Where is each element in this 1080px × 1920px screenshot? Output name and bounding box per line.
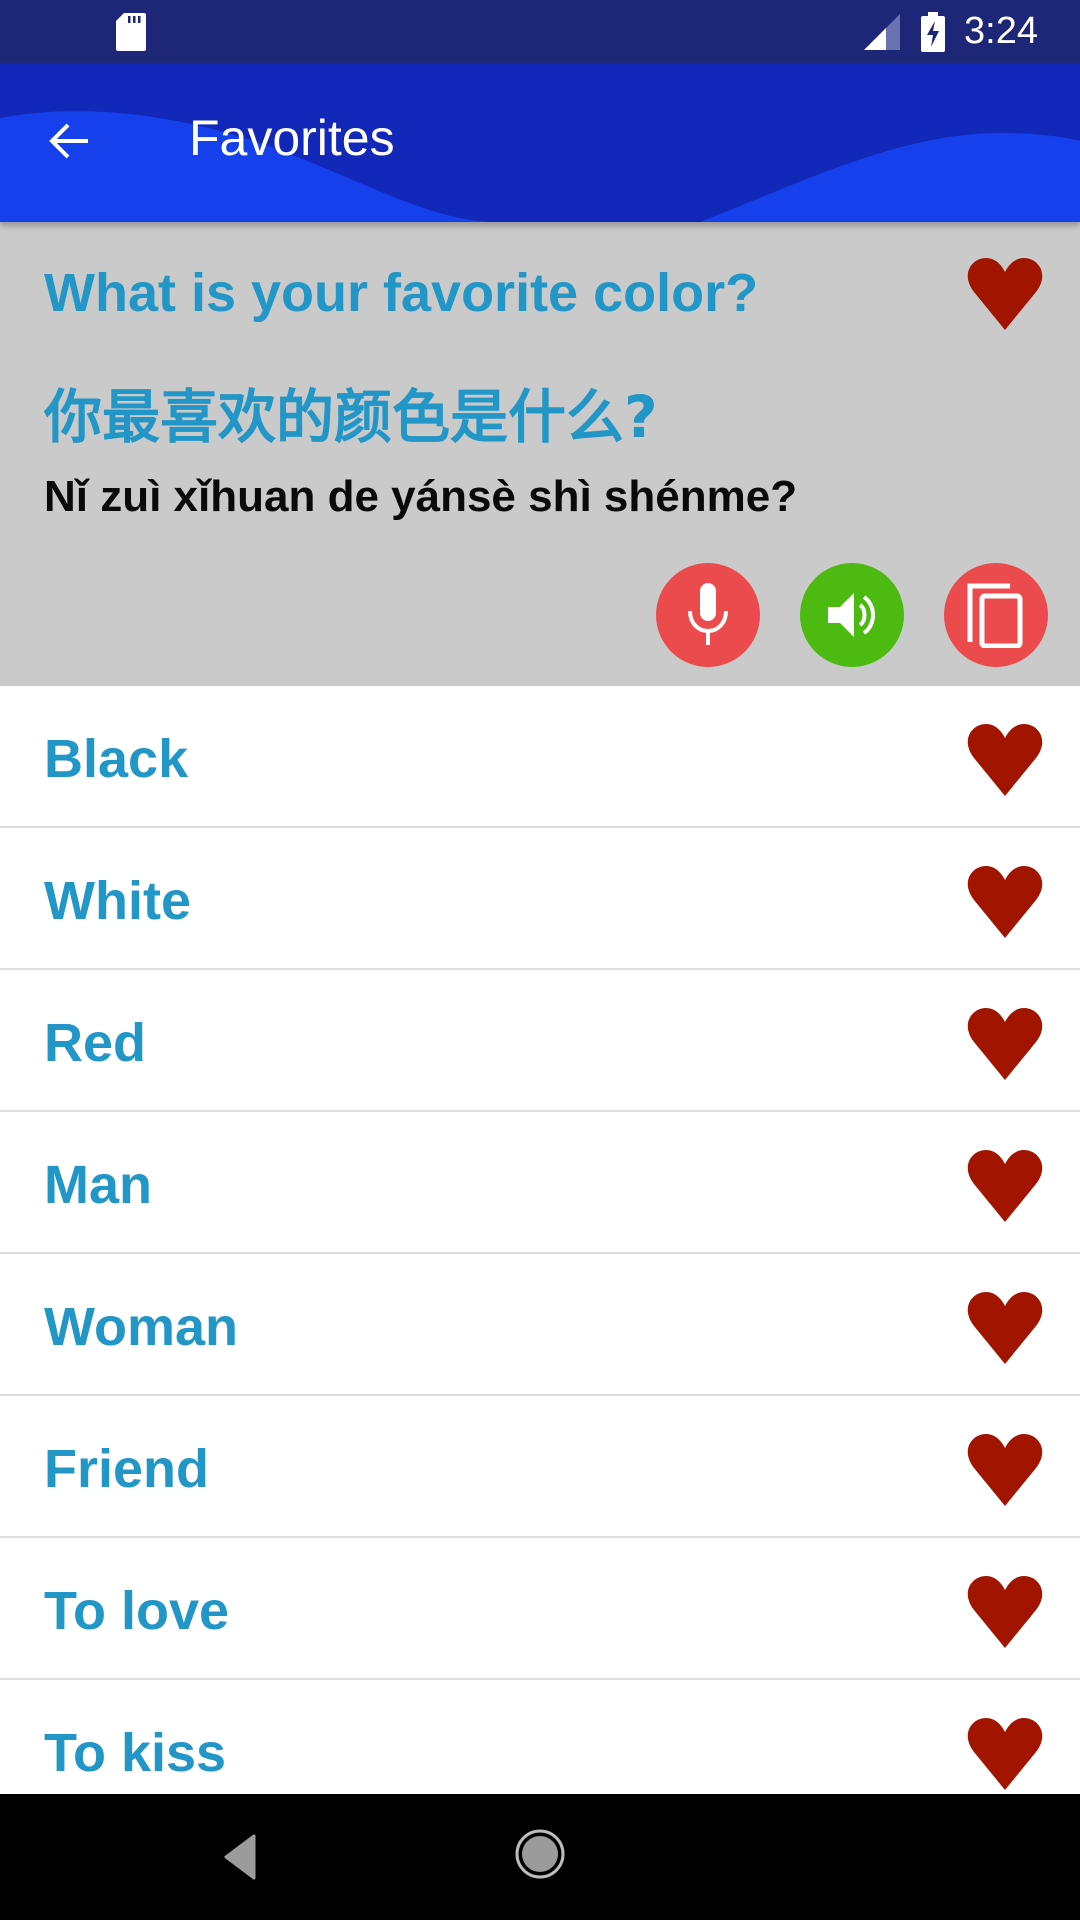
page-title: Favorites: [189, 110, 395, 166]
list-item-label: Friend: [44, 1439, 210, 1499]
list-item-label: Black: [44, 729, 189, 789]
sd-card-icon: [116, 13, 146, 51]
heart-icon[interactable]: [966, 1434, 1044, 1506]
back-triangle-icon[interactable]: [222, 1834, 258, 1880]
list-item[interactable]: Black: [0, 686, 1080, 828]
list-item-label: To kiss: [44, 1723, 227, 1783]
home-circle-icon[interactable]: [514, 1828, 566, 1880]
play-audio-button[interactable]: [800, 563, 904, 667]
back-button[interactable]: [40, 111, 100, 171]
list-item[interactable]: Friend: [0, 1396, 1080, 1538]
heart-icon[interactable]: [966, 258, 1044, 330]
heart-icon[interactable]: [966, 1008, 1044, 1080]
list-item[interactable]: White: [0, 828, 1080, 970]
list-item[interactable]: Woman: [0, 1254, 1080, 1396]
record-button[interactable]: [656, 563, 760, 667]
list-item[interactable]: To love: [0, 1538, 1080, 1680]
speaker-icon: [828, 593, 875, 637]
microphone-icon: [688, 583, 728, 645]
copy-button[interactable]: [944, 563, 1048, 667]
phrase-chinese: 你最喜欢的颜色是什么?: [44, 383, 658, 451]
clock: 3:24: [964, 10, 1038, 52]
heart-icon[interactable]: [966, 1292, 1044, 1364]
list-item[interactable]: Man: [0, 1112, 1080, 1254]
heart-icon[interactable]: [966, 866, 1044, 938]
phrase-english: What is your favorite color?: [44, 263, 759, 323]
list-item-label: White: [44, 871, 191, 931]
app-bar: Favorites: [0, 63, 1080, 222]
battery-charging-icon: [921, 12, 945, 52]
heart-icon[interactable]: [966, 1150, 1044, 1222]
list-item-label: To love: [44, 1581, 230, 1641]
arrow-back-icon: [49, 123, 88, 159]
list-item-label: Woman: [44, 1297, 239, 1357]
heart-icon[interactable]: [966, 724, 1044, 796]
phrase-pinyin: Nǐ zuì xǐhuan de yánsè shì shénme?: [44, 472, 798, 521]
heart-icon[interactable]: [966, 1718, 1044, 1790]
list-item[interactable]: Red: [0, 970, 1080, 1112]
list-item-label: Man: [44, 1155, 152, 1215]
status-bar: 3:24: [0, 0, 1080, 63]
selected-phrase-card: What is your favorite color? 你最喜欢的颜色是什么?…: [0, 222, 1080, 686]
list-item-label: Red: [44, 1013, 147, 1073]
wave-background: [0, 63, 1080, 222]
heart-icon[interactable]: [966, 1576, 1044, 1648]
signal-icon: [864, 14, 900, 50]
copy-icon: [967, 583, 1023, 648]
navigation-bar: [0, 1794, 1080, 1920]
favorites-list: Black White Red Man Woman Friend To love…: [0, 686, 1080, 1822]
